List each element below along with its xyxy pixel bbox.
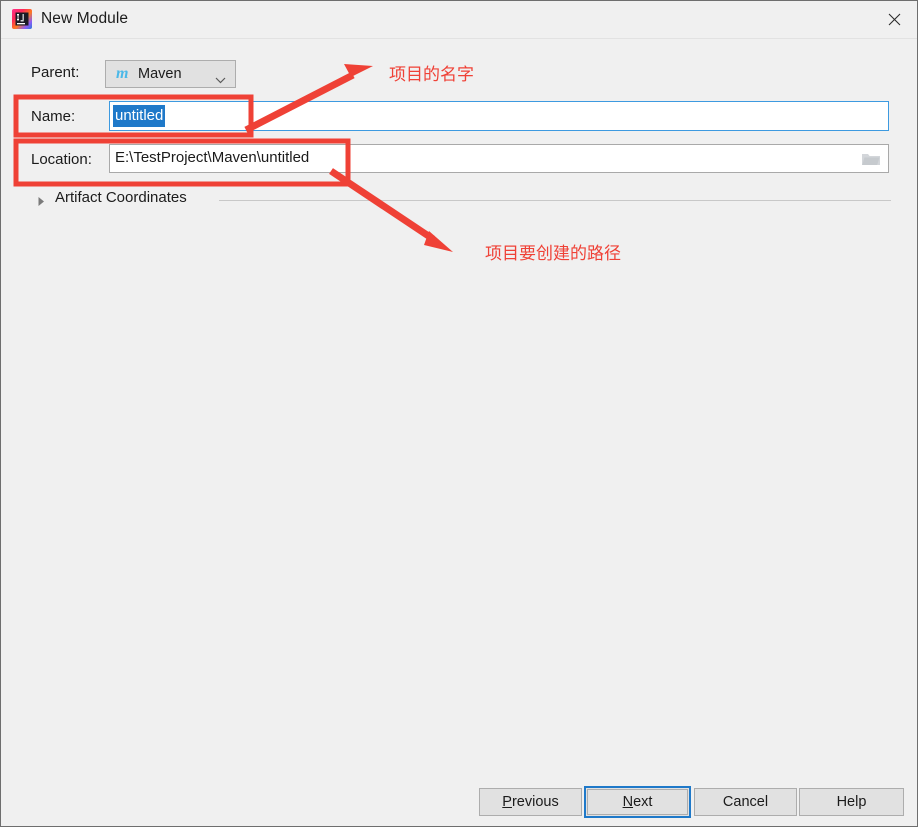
parent-selected-value: Maven	[138, 66, 182, 82]
cancel-button[interactable]: Cancel	[694, 788, 797, 816]
artifact-coordinates-label: Artifact Coordinates	[55, 189, 187, 206]
parent-label: Parent:	[31, 64, 80, 81]
window-title: New Module	[41, 10, 129, 27]
location-value: E:\TestProject\Maven\untitled	[115, 149, 310, 166]
location-input[interactable]: E:\TestProject\Maven\untitled	[109, 144, 889, 173]
previous-button[interactable]: Previous	[479, 788, 582, 816]
name-label: Name:	[31, 108, 76, 125]
close-icon[interactable]	[871, 1, 917, 37]
artifact-coordinates-section[interactable]: Artifact Coordinates	[37, 189, 891, 211]
next-button-inner: Next	[587, 789, 688, 815]
chevron-down-icon	[215, 71, 226, 89]
cancel-button-label: Cancel	[722, 794, 769, 810]
help-button-label: Help	[836, 794, 867, 810]
title-bar: New Module	[1, 1, 917, 39]
maven-logo-icon: m	[116, 65, 129, 82]
annotation-location-note: 项目要创建的路径	[485, 244, 621, 264]
triangle-right-icon[interactable]	[37, 194, 46, 212]
intellij-idea-icon	[11, 8, 33, 30]
section-divider	[219, 200, 891, 201]
name-input[interactable]	[109, 101, 889, 131]
parent-dropdown[interactable]: m Maven	[105, 60, 236, 88]
previous-button-label: Previous	[502, 794, 559, 810]
next-button-label: Next	[622, 794, 653, 810]
next-button[interactable]: Next	[584, 786, 691, 818]
location-label: Location:	[31, 151, 92, 168]
annotation-name-note: 项目的名字	[389, 65, 474, 85]
folder-open-icon[interactable]	[860, 149, 882, 169]
new-module-dialog: New Module Parent: m Maven Name: untitle…	[0, 0, 918, 827]
help-button[interactable]: Help	[799, 788, 904, 816]
